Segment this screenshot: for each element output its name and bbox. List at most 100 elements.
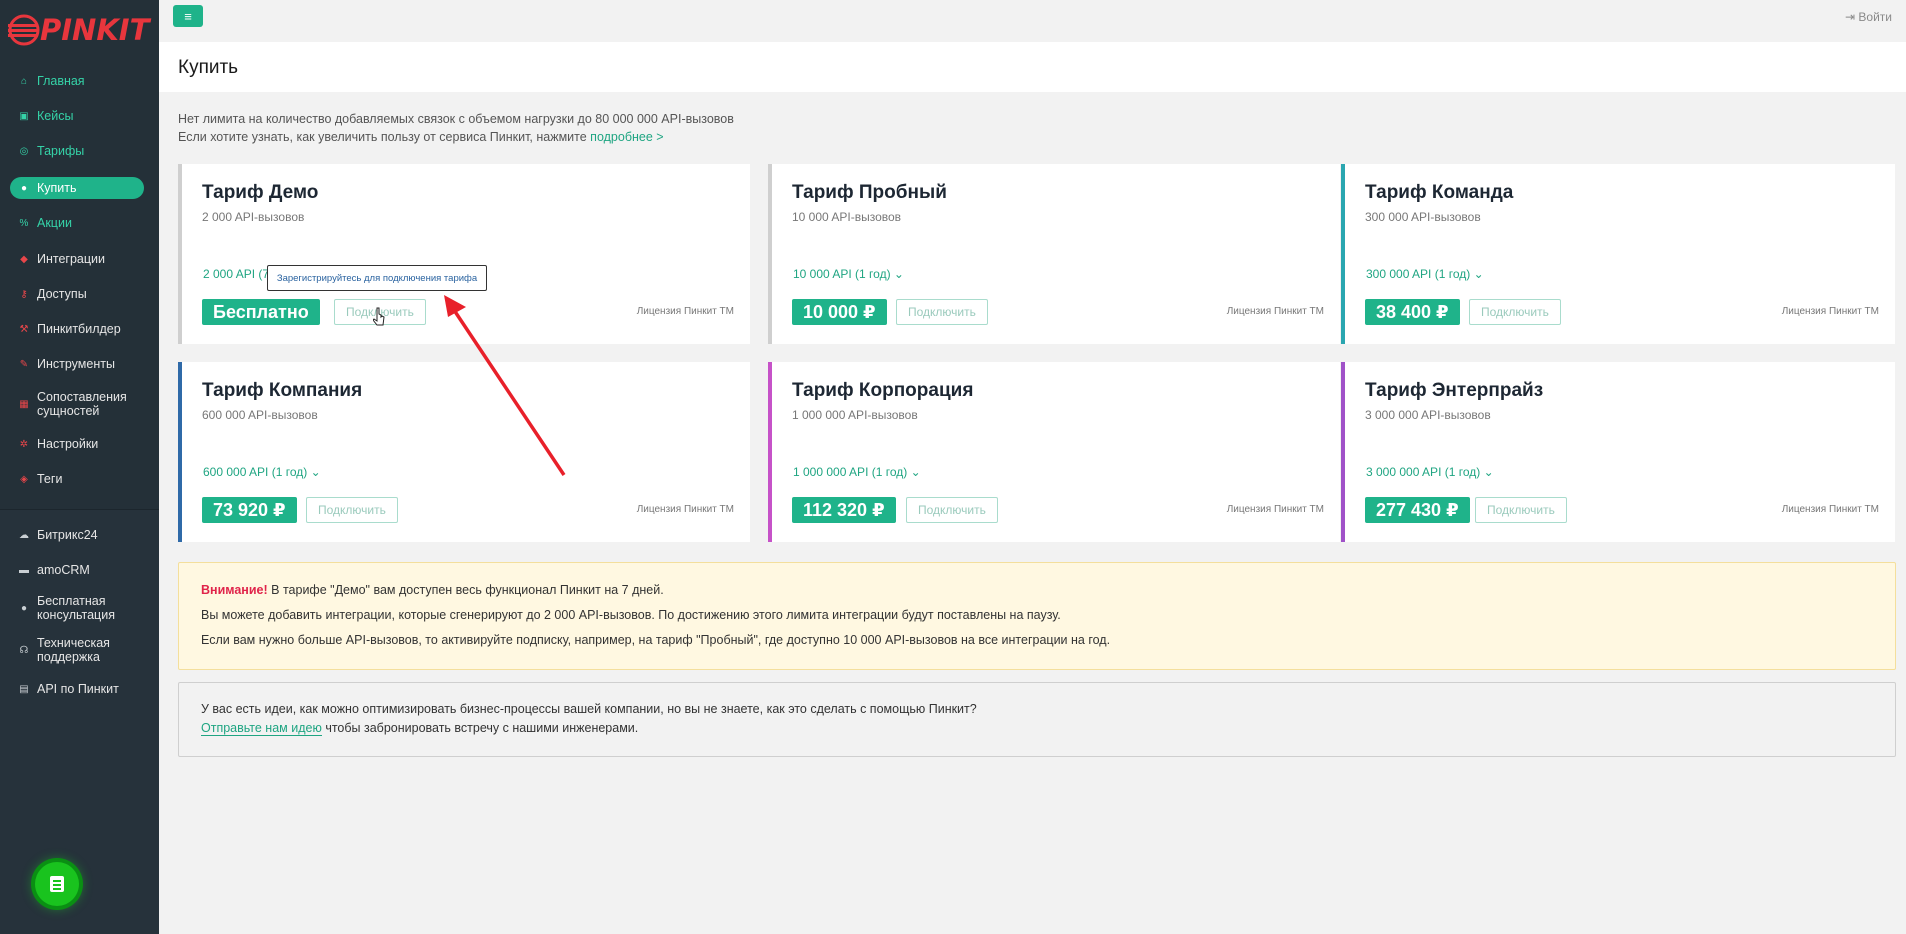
intro-line-1: Нет лимита на количество добавляемых свя… <box>178 112 734 126</box>
home-icon: ⌂ <box>20 75 28 87</box>
sidebar-item-label: API по Пинкит <box>37 682 119 696</box>
login-label: Войти <box>1858 10 1892 24</box>
sidebar-item-support[interactable]: ☊ Техническая поддержка <box>10 635 144 665</box>
sidebar-item-label: Доступы <box>37 287 87 301</box>
sidebar-item-label: Инструменты <box>37 357 115 371</box>
user-icon: ● <box>20 602 28 614</box>
plan-name: Тариф Энтерпрайз <box>1365 380 1544 401</box>
page-title: Купить <box>178 57 239 78</box>
plan-price: Бесплатно <box>202 299 320 325</box>
sidebar-item-label: Тарифы <box>37 144 85 158</box>
plan-price: 73 920 ₽ <box>202 497 297 523</box>
sidebar-item-label: Теги <box>37 472 63 486</box>
page-header: Купить <box>159 42 1906 92</box>
plan-license: Лицензия Пинкит ТМ <box>1226 504 1324 515</box>
sidebar-item-label: Купить <box>37 181 77 195</box>
sidebar-item-tags[interactable]: ◈ Теги <box>10 468 144 490</box>
plan-license: Лицензия Пинкит ТМ <box>1781 504 1879 515</box>
sidebar-item-home[interactable]: ⌂ Главная <box>10 70 144 92</box>
plan-price: 277 430 ₽ <box>1365 497 1470 523</box>
plan-name: Тариф Демо <box>202 182 319 203</box>
sidebar-item-label: Настройки <box>37 437 99 451</box>
plan-period-select[interactable]: 1 000 000 API (1 год) ⌄ <box>793 465 921 479</box>
sidebar-item-label: amoCRM <box>37 563 90 577</box>
login-link[interactable]: ⇥ Войти <box>1845 10 1892 24</box>
connect-button[interactable]: Подключить <box>1475 497 1567 523</box>
sidebar-item-label: Битрикс24 <box>37 528 98 542</box>
sidebar-item-consultation[interactable]: ● Бесплатная консультация <box>10 593 144 623</box>
plan-calls: 10 000 API-вызовов <box>792 210 902 224</box>
sidebar-item-label: Сопоставления сущностей <box>37 390 127 418</box>
idea-notice: У вас есть идеи, как можно оптимизироват… <box>178 682 1896 757</box>
briefcase-icon: ▣ <box>19 110 29 122</box>
plan-period-select[interactable]: 3 000 000 API (1 год) ⌄ <box>1366 465 1494 479</box>
idea-line-2: Отправьте нам идею чтобы забронировать в… <box>201 721 639 736</box>
crm-icon: ▬ <box>19 564 29 576</box>
sidebar: PINKIT ⌂ Главная ▣ Кейсы ◎ Тарифы ● Купи… <box>0 0 159 934</box>
sidebar-secondary: ☁ Битрикс24 ▬ amoCRM ● Бесплатная консул… <box>0 509 159 934</box>
headset-icon: ☊ <box>19 644 29 656</box>
idea-line-1: У вас есть идеи, как можно оптимизироват… <box>201 702 977 716</box>
send-idea-link[interactable]: Отправьте нам идею <box>201 721 322 736</box>
plan-period-select[interactable]: 600 000 API (1 год) ⌄ <box>203 465 321 479</box>
plan-card-trial: Тариф Пробный 10 000 API-вызовов 10 000 … <box>768 164 1340 344</box>
warning-line-3: Если вам нужно больше API-вызовов, то ак… <box>201 633 1111 647</box>
plan-period-select[interactable]: 300 000 API (1 год) ⌄ <box>1366 267 1484 281</box>
chevron-down-icon: ⌄ <box>893 267 904 281</box>
buy-icon: ● <box>20 182 28 194</box>
mouse-cursor-icon <box>373 307 385 326</box>
connect-button[interactable]: Подключить <box>906 497 998 523</box>
demo-warning: Внимание! В тарифе "Демо" вам доступен в… <box>178 562 1896 670</box>
chevron-down-icon: ⌄ <box>310 465 321 479</box>
plan-calls: 1 000 000 API-вызовов <box>792 408 918 422</box>
register-tooltip: Зарегистрируйтесь для подключения тарифа <box>267 265 487 291</box>
plan-period-select[interactable]: 2 000 API (7 <box>203 267 269 281</box>
sidebar-item-settings[interactable]: ✲ Настройки <box>10 433 144 455</box>
sidebar-item-bitrix24[interactable]: ☁ Битрикс24 <box>10 524 144 546</box>
sidebar-item-tariffs[interactable]: ◎ Тарифы <box>10 140 144 162</box>
plan-period-select[interactable]: 10 000 API (1 год) ⌄ <box>793 267 904 281</box>
sidebar-item-mappings[interactable]: ▦ Сопоставления сущностей <box>10 389 144 419</box>
logo-text: PINKIT <box>40 13 150 47</box>
login-icon: ⇥ <box>1845 10 1859 24</box>
wrench-icon: ✎ <box>19 358 29 370</box>
document-icon <box>50 876 64 892</box>
intro-text: Нет лимита на количество добавляемых свя… <box>178 110 734 146</box>
sidebar-item-promos[interactable]: % Акции <box>10 212 144 234</box>
sidebar-item-label: Бесплатная консультация <box>37 594 115 622</box>
sidebar-item-amocrm[interactable]: ▬ amoCRM <box>10 559 144 581</box>
sidebar-item-pinkitbuilder[interactable]: ⚒ Пинкитбилдер <box>10 318 144 340</box>
gear-icon: ✲ <box>19 438 29 450</box>
more-link[interactable]: подробнее > <box>590 130 663 144</box>
plan-card-enterprise: Тариф Энтерпрайз 3 000 000 API-вызовов 3… <box>1341 362 1895 542</box>
connect-button[interactable]: Подключить <box>1469 299 1561 325</box>
sidebar-item-label: Техническая поддержка <box>37 636 110 664</box>
table-icon: ▦ <box>19 398 29 410</box>
plan-name: Тариф Команда <box>1365 182 1514 203</box>
logo-mark-icon <box>8 14 40 46</box>
hammer-icon: ⚒ <box>19 323 29 335</box>
key-icon: ⚷ <box>20 288 28 300</box>
sidebar-item-label: Пинкитбилдер <box>37 322 121 336</box>
percent-icon: % <box>19 217 29 229</box>
annotation-arrow-icon <box>444 295 566 476</box>
plan-license: Лицензия Пинкит ТМ <box>1781 306 1879 317</box>
sidebar-item-buy[interactable]: ● Купить <box>10 177 144 199</box>
logo[interactable]: PINKIT <box>8 13 150 47</box>
intro-line-2: Если хотите узнать, как увеличить пользу… <box>178 130 664 144</box>
sidebar-item-label: Акции <box>37 216 72 230</box>
warning-title: Внимание! <box>201 583 268 597</box>
menu-toggle-button[interactable]: ≡ <box>173 5 203 27</box>
sidebar-item-api[interactable]: ▤ API по Пинкит <box>10 678 144 700</box>
plan-license: Лицензия Пинкит ТМ <box>1226 306 1324 317</box>
sidebar-item-integrations[interactable]: ◆ Интеграции <box>10 248 144 270</box>
plan-name: Тариф Пробный <box>792 182 947 203</box>
sidebar-item-access[interactable]: ⚷ Доступы <box>10 283 144 305</box>
cloud-icon: ☁ <box>19 529 29 541</box>
plan-price: 112 320 ₽ <box>792 497 896 523</box>
chat-fab-button[interactable] <box>35 862 79 906</box>
sidebar-item-cases[interactable]: ▣ Кейсы <box>10 105 144 127</box>
connect-button[interactable]: Подключить <box>896 299 988 325</box>
sidebar-item-tools[interactable]: ✎ Инструменты <box>10 353 144 375</box>
connect-button[interactable]: Подключить <box>306 497 398 523</box>
